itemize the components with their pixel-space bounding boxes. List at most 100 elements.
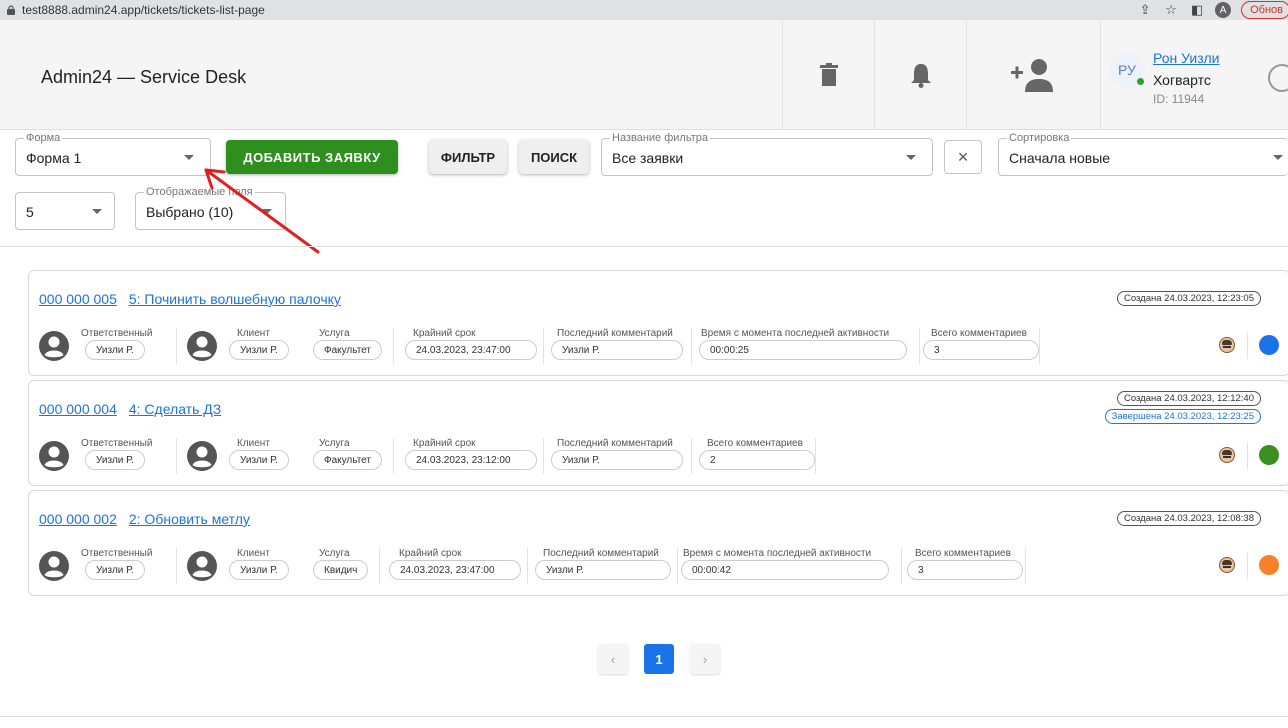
field-separator [677,548,678,584]
filter-name-value: Все заявки [612,150,684,166]
user-profile[interactable]: РУ Рон Уизли Хогвартс ID: 11944 [1100,20,1260,130]
assignee-face-icon [1219,337,1235,353]
ticket-title-link[interactable]: 4: Сделать ДЗ [129,401,221,417]
browser-toolbar: test8888.admin24.app/tickets/tickets-lis… [0,0,1288,20]
ticket-header: 000 000 002 2: Обновить метлу [39,511,250,527]
field-separator [543,438,544,474]
responsible-label: Ответственный [81,438,153,449]
deadline-label: Крайний срок [413,328,476,339]
last-comment-label: Последний комментарий [543,548,659,559]
bottom-divider [0,716,1288,717]
add-user-icon [1010,59,1053,92]
client-value: Уизли Р. [229,560,289,580]
responsible-label: Ответственный [81,328,153,339]
completed-badge: Завершена 24.03.2023, 12:23:25 [1104,409,1261,424]
clear-filter-button[interactable]: × [944,140,982,174]
side-panel-icon[interactable]: ◧ [1189,2,1205,18]
total-comments-label: Всего комментариев [915,548,1011,559]
power-icon[interactable] [1268,64,1288,92]
last-comment-value: Уизли Р. [535,560,671,580]
responsible-person-icon [39,551,69,581]
field-separator [176,328,177,364]
trash-button[interactable] [782,20,874,130]
deadline-value: 24.03.2023, 23:12:00 [405,450,537,470]
notifications-button[interactable] [874,20,966,130]
last-comment-value: Уизли Р. [551,450,683,470]
client-person-icon [187,551,217,581]
ticket-title-link[interactable]: 2: Обновить метлу [129,511,250,527]
share-icon[interactable]: ⇪ [1137,2,1153,18]
sort-label: Сортировка [1007,132,1072,144]
user-name-link[interactable]: Рон Уизли [1153,50,1219,66]
field-separator [379,548,380,584]
client-person-icon [187,441,217,471]
since-activity-value: 00:00:25 [699,340,907,360]
client-label: Клиент [237,438,270,449]
created-badge: Создана 24.03.2023, 12:23:05 [1117,291,1261,306]
status-dot [1259,335,1279,355]
responsible-label: Ответственный [81,548,153,559]
annotation-arrow-icon [204,168,320,254]
service-label: Услуга [319,548,350,559]
field-separator [393,438,394,474]
close-icon: × [957,146,969,167]
ticket-header: 000 000 005 5: Починить волшебную палочку [39,291,341,307]
ticket-card[interactable]: 000 000 005 5: Починить волшебную палочку… [28,270,1288,376]
filter-button[interactable]: ФИЛЬТР [429,140,507,174]
since-activity-label: Время с момента последней активности [683,548,872,559]
service-label: Услуга [319,438,350,449]
ticket-header: 000 000 004 4: Сделать ДЗ [39,401,221,417]
responsible-person-icon [39,331,69,361]
per-page-select[interactable]: 5 [15,192,115,230]
sort-value: Сначала новые [1009,150,1111,166]
address-bar[interactable]: test8888.admin24.app/tickets/tickets-lis… [22,3,265,17]
field-separator [691,328,692,364]
last-comment-value: Уизли Р. [551,340,683,360]
form-select[interactable]: Форма Форма 1 [15,132,211,176]
profile-avatar[interactable]: A [1215,2,1232,18]
field-separator [527,548,528,584]
trash-icon [819,63,838,86]
total-comments-label: Всего комментариев [931,328,1027,339]
browser-update-button[interactable]: Обнов [1241,1,1288,19]
field-separator [691,438,692,474]
bookmark-star-icon[interactable]: ☆ [1163,2,1179,18]
client-person-icon [187,331,217,361]
ticket-card[interactable]: 000 000 002 2: Обновить метлу Создана 24.… [28,490,1288,596]
status-dot [1259,555,1279,575]
total-comments-value: 3 [923,340,1039,360]
chevron-down-icon [906,155,916,160]
client-value: Уизли Р. [229,340,289,360]
form-select-value: Форма 1 [26,150,82,166]
search-button[interactable]: ПОИСК [519,140,589,174]
pagination-next-button[interactable]: › [690,644,720,674]
filter-name-label: Название фильтра [610,132,710,144]
deadline-label: Крайний срок [399,548,462,559]
service-value: Факультет [313,340,382,360]
filter-name-select[interactable]: Название фильтра Все заявки [601,132,933,176]
sort-select[interactable]: Сортировка Сначала новые [998,132,1288,176]
service-value: Факультет [313,450,382,470]
field-separator [543,328,544,364]
client-label: Клиент [237,328,270,339]
chevron-down-icon [1273,155,1283,160]
add-user-button[interactable] [966,20,1100,130]
pagination-page-1[interactable]: 1 [644,644,674,674]
field-separator [1247,333,1248,359]
ticket-card[interactable]: 000 000 004 4: Сделать ДЗ Создана 24.03.2… [28,380,1288,486]
client-value: Уизли Р. [229,450,289,470]
field-separator [1039,328,1040,364]
ticket-number-link[interactable]: 000 000 005 [39,291,117,307]
ticket-number-link[interactable]: 000 000 002 [39,511,117,527]
ticket-title-link[interactable]: 5: Починить волшебную палочку [129,291,341,307]
user-id: ID: 11944 [1153,92,1205,106]
created-badge: Создана 24.03.2023, 12:08:38 [1117,511,1261,526]
ticket-number-link[interactable]: 000 000 004 [39,401,117,417]
pagination-prev-button[interactable]: ‹ [598,644,628,674]
section-divider [0,246,1288,247]
last-comment-label: Последний комментарий [557,328,673,339]
since-activity-label: Время с момента последней активности [701,328,890,339]
field-separator [919,328,920,364]
responsible-person-icon [39,441,69,471]
status-dot [1259,445,1279,465]
